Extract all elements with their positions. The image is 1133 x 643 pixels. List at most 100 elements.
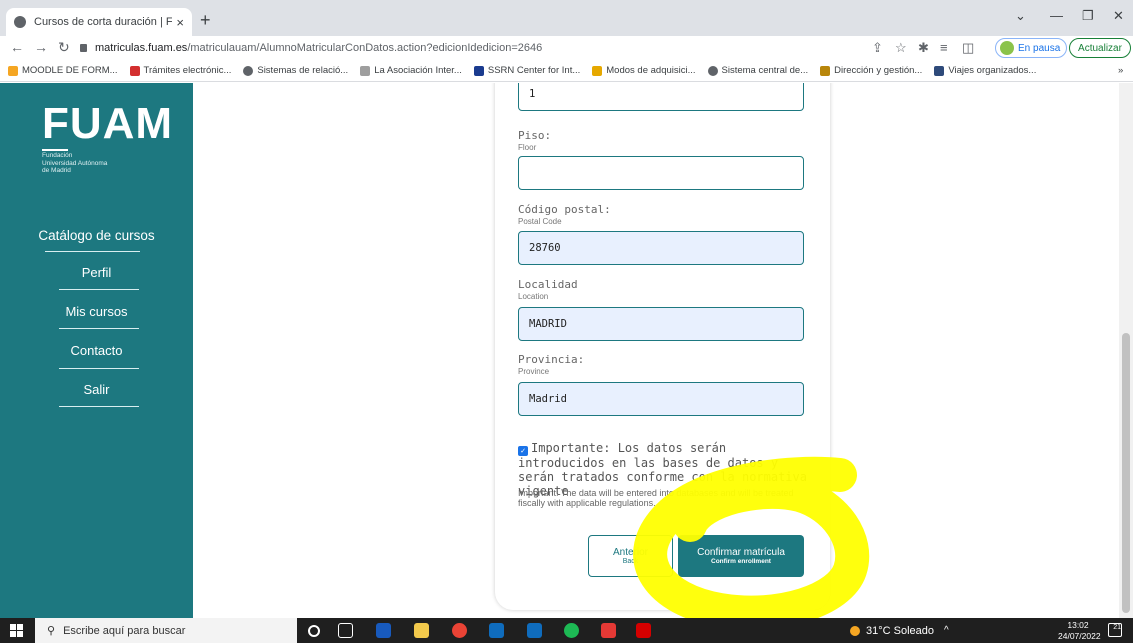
page-content: FUAM Fundación Universidad Autónoma de M… (0, 83, 1133, 618)
tab-search-icon[interactable]: ⌄ (1015, 8, 1026, 24)
weather-text[interactable]: 31°C Soleado (866, 625, 934, 637)
bookmark-item[interactable]: La Asociación Inter... (360, 65, 462, 76)
chrome-icon[interactable] (452, 623, 467, 638)
profile-label: En pausa (1018, 42, 1061, 54)
extensions-icon[interactable]: ✱ (918, 40, 929, 56)
outlook-icon[interactable] (489, 623, 504, 638)
province-field[interactable]: Madrid (518, 382, 804, 416)
close-window-icon[interactable]: ✕ (1113, 8, 1124, 24)
logo-sub: de Madrid (42, 167, 71, 174)
globe-icon (14, 16, 26, 28)
location-field[interactable]: MADRID (518, 307, 804, 341)
back-icon[interactable]: ← (10, 39, 24, 55)
sidebar-item-mis-cursos[interactable]: Mis cursos (0, 304, 193, 319)
task-view-icon[interactable] (338, 623, 353, 638)
bookmark-favicon-icon (592, 65, 603, 76)
tab-strip: Cursos de corta duración | FUAM × + ⌄ — … (0, 0, 1133, 36)
piso-field[interactable] (518, 156, 804, 190)
divider (59, 289, 139, 290)
notif-count: 21 (1113, 624, 1121, 631)
piso-sub: Floor (518, 143, 537, 152)
update-button[interactable]: Actualizar (1069, 38, 1131, 58)
sidebar-item-salir[interactable]: Salir (0, 382, 193, 397)
number-field[interactable]: 1 (518, 83, 804, 111)
side-panel-icon[interactable]: ◫ (962, 40, 974, 56)
bookmark-item[interactable]: Modos de adquisici... (592, 65, 696, 76)
profile-button[interactable]: En pausa (995, 38, 1067, 58)
forward-icon[interactable]: → (34, 39, 48, 55)
logo-sub: Fundación (42, 152, 73, 159)
bookmark-favicon-icon (473, 65, 484, 76)
bookmark-item[interactable]: SSRN Center for Int... (473, 65, 580, 76)
windows-start-icon[interactable] (10, 624, 24, 638)
bookmark-item[interactable]: MOODLE DE FORM... (8, 65, 118, 76)
taskbar: ⚲ Escribe aquí para buscar 31°C Soleado … (0, 618, 1133, 643)
logo-sub: Universidad Autónoma (42, 159, 108, 167)
consent-checkbox[interactable]: ✓ (518, 446, 528, 456)
file-explorer-icon[interactable] (414, 623, 429, 638)
enrollment-form-card: 1 Piso: Floor Código postal: Postal Code… (495, 83, 830, 610)
taskbar-search-placeholder: Escribe aquí para buscar (63, 624, 186, 637)
lock-icon (80, 44, 87, 52)
scrollbar-thumb[interactable] (1122, 333, 1130, 613)
bookmark-favicon-icon (129, 65, 140, 76)
bookmark-favicon-icon (8, 65, 18, 76)
search-icon: ⚲ (47, 625, 56, 637)
url-host: matriculas.fuam.es (95, 42, 188, 54)
time: 13:02 (1067, 620, 1089, 630)
bookmark-favicon-icon (820, 65, 831, 76)
notifications-icon[interactable]: 21 (1108, 623, 1122, 637)
postal-code-field[interactable]: 28760 (518, 231, 804, 265)
clock[interactable]: 13:02 24/07/2022 (1058, 620, 1101, 642)
sidebar-item-contacto[interactable]: Contacto (0, 343, 193, 358)
tab-close-icon[interactable]: × (176, 15, 184, 30)
consent-en: Important: The data will be entered into… (518, 488, 794, 508)
acrobat-icon[interactable] (601, 623, 616, 638)
bookmark-item[interactable]: Sistema central de... (707, 65, 808, 76)
confirm-enrollment-button[interactable]: Confirmar matrícula Confirm enrollment (678, 535, 804, 577)
word-icon[interactable] (376, 623, 391, 638)
star-icon[interactable]: ☆ (895, 40, 907, 56)
chevron-up-icon[interactable]: ^ (944, 625, 949, 636)
maximize-icon[interactable]: ❐ (1082, 8, 1094, 24)
localidad-sub: Location (518, 292, 549, 301)
bookmarks-more-icon[interactable]: » (1118, 65, 1123, 76)
back-button[interactable]: Anterior Back (588, 535, 673, 577)
app-icon[interactable] (636, 623, 651, 638)
browser-toolbar: ← → ↻ matriculas.fuam.es/matriculauam/Al… (0, 36, 1133, 60)
bookmark-favicon-icon (360, 65, 371, 76)
back-sub: Back (622, 558, 639, 565)
cp-label: Código postal: (518, 203, 611, 216)
bookmark-item[interactable]: Viajes organizados... (934, 65, 1036, 76)
reload-icon[interactable]: ↻ (58, 39, 70, 56)
sidebar: FUAM Fundación Universidad Autónoma de M… (0, 83, 193, 618)
localidad-label: Localidad (518, 278, 578, 291)
active-tab[interactable]: Cursos de corta duración | FUAM × (6, 8, 192, 36)
share-icon[interactable]: ⇪ (872, 40, 883, 56)
bookmark-item[interactable]: Trámites electrónic... (129, 65, 231, 76)
bookmark-favicon-icon (934, 65, 945, 76)
new-tab-button[interactable]: + (200, 10, 211, 31)
divider (59, 368, 139, 369)
outlook-icon[interactable] (527, 623, 542, 638)
taskbar-search[interactable]: ⚲ Escribe aquí para buscar (35, 618, 297, 643)
divider (59, 328, 139, 329)
cortana-icon[interactable] (308, 625, 320, 637)
globe-icon (707, 65, 718, 76)
cp-sub: Postal Code (518, 217, 562, 226)
spotify-icon[interactable] (564, 623, 579, 638)
bookmark-item[interactable]: Sistemas de relació... (243, 65, 348, 76)
sidebar-item-catalogo[interactable]: Catálogo de cursos (0, 228, 193, 243)
system-tray: 31°C Soleado ^ (850, 618, 949, 643)
sidebar-item-perfil[interactable]: Perfil (0, 265, 193, 280)
fuam-logo: FUAM Fundación Universidad Autónoma de M… (42, 101, 173, 175)
confirm-sub: Confirm enrollment (711, 558, 771, 565)
minimize-icon[interactable]: — (1050, 8, 1063, 23)
bookmark-item[interactable]: Dirección y gestión... (820, 65, 922, 76)
piso-label: Piso: (518, 129, 552, 142)
reading-list-icon[interactable]: ≡ (940, 40, 948, 55)
provincia-label: Provincia: (518, 353, 585, 366)
address-bar[interactable]: matriculas.fuam.es/matriculauam/AlumnoMa… (80, 37, 850, 59)
bookmarks-bar: MOODLE DE FORM... Trámites electrónic...… (0, 60, 1133, 82)
logo-text: FUAM (42, 99, 174, 148)
